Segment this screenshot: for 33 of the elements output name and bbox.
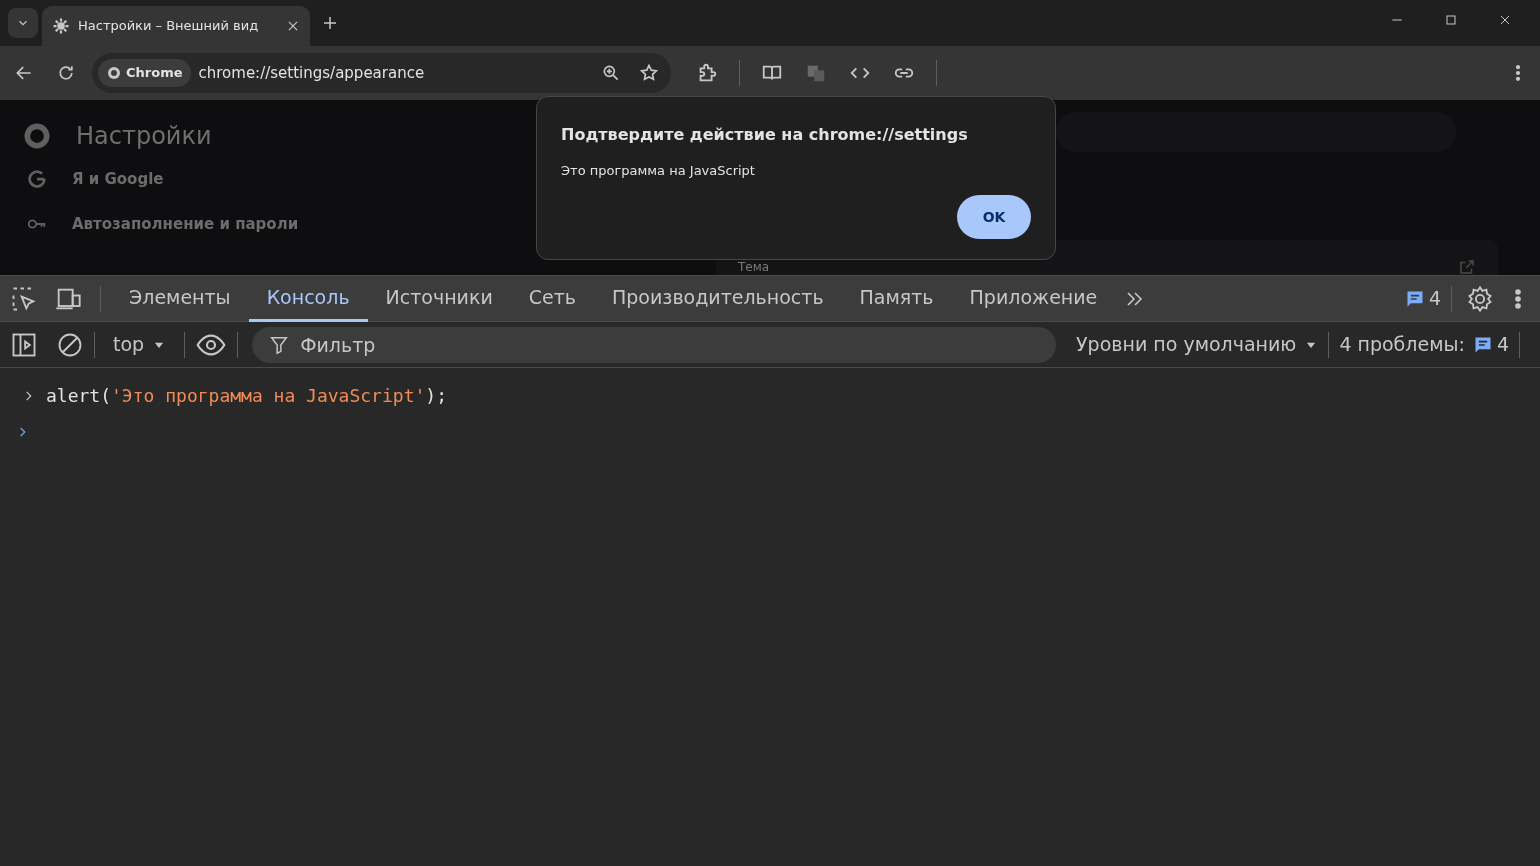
ok-button[interactable]: OK xyxy=(957,195,1031,239)
levels-dropdown[interactable]: Уровни по умолчанию xyxy=(1076,330,1319,359)
dialog-title: Подтвердите действие на chrome://settings xyxy=(561,124,969,146)
issues-badge[interactable]: 4 xyxy=(1404,284,1441,313)
url-text: chrome://settings/appearance xyxy=(198,62,426,84)
search-field[interactable] xyxy=(1056,112,1456,152)
devtools-tab[interactable]: Источники xyxy=(367,275,511,322)
site-chip[interactable]: Chrome xyxy=(98,59,191,87)
google-icon xyxy=(26,168,48,191)
issues-count[interactable]: 4 xyxy=(1472,330,1509,359)
devtools-tab[interactable]: Сеть xyxy=(510,275,594,322)
devtools-tab[interactable]: Производительность xyxy=(594,275,842,322)
devtools-tab[interactable]: Приложение xyxy=(951,275,1116,322)
plus-icon[interactable] xyxy=(321,14,339,32)
section-label: Тема xyxy=(738,261,770,274)
reload-icon[interactable] xyxy=(56,63,76,83)
nav-item[interactable]: Автозаполнение и пароли xyxy=(26,212,299,235)
filter-field[interactable]: Фильтр xyxy=(252,326,1057,363)
zoom-icon[interactable] xyxy=(601,63,621,83)
settings-icon[interactable] xyxy=(1466,284,1494,313)
console-command-text: alert('Это программа на JavaScript'); xyxy=(46,384,447,408)
maximize-icon[interactable] xyxy=(1443,12,1459,28)
context-dropdown[interactable]: top xyxy=(113,330,167,359)
page-title: Настройки xyxy=(76,121,212,152)
star-icon[interactable] xyxy=(639,63,659,83)
close-icon[interactable] xyxy=(286,19,300,33)
issues-label: 4 проблемы: xyxy=(1339,332,1465,358)
dialog-message: Это программа на JavaScript xyxy=(561,162,756,180)
address-bar[interactable]: Chrome chrome://settings/appearance xyxy=(92,53,671,93)
devtools-tab[interactable]: Память xyxy=(841,275,952,322)
nav-item[interactable]: Я и Google xyxy=(26,168,164,191)
devtools-tab[interactable]: Элементы xyxy=(111,275,249,322)
browser-tab[interactable]: Настройки – Внешний вид xyxy=(42,6,310,46)
